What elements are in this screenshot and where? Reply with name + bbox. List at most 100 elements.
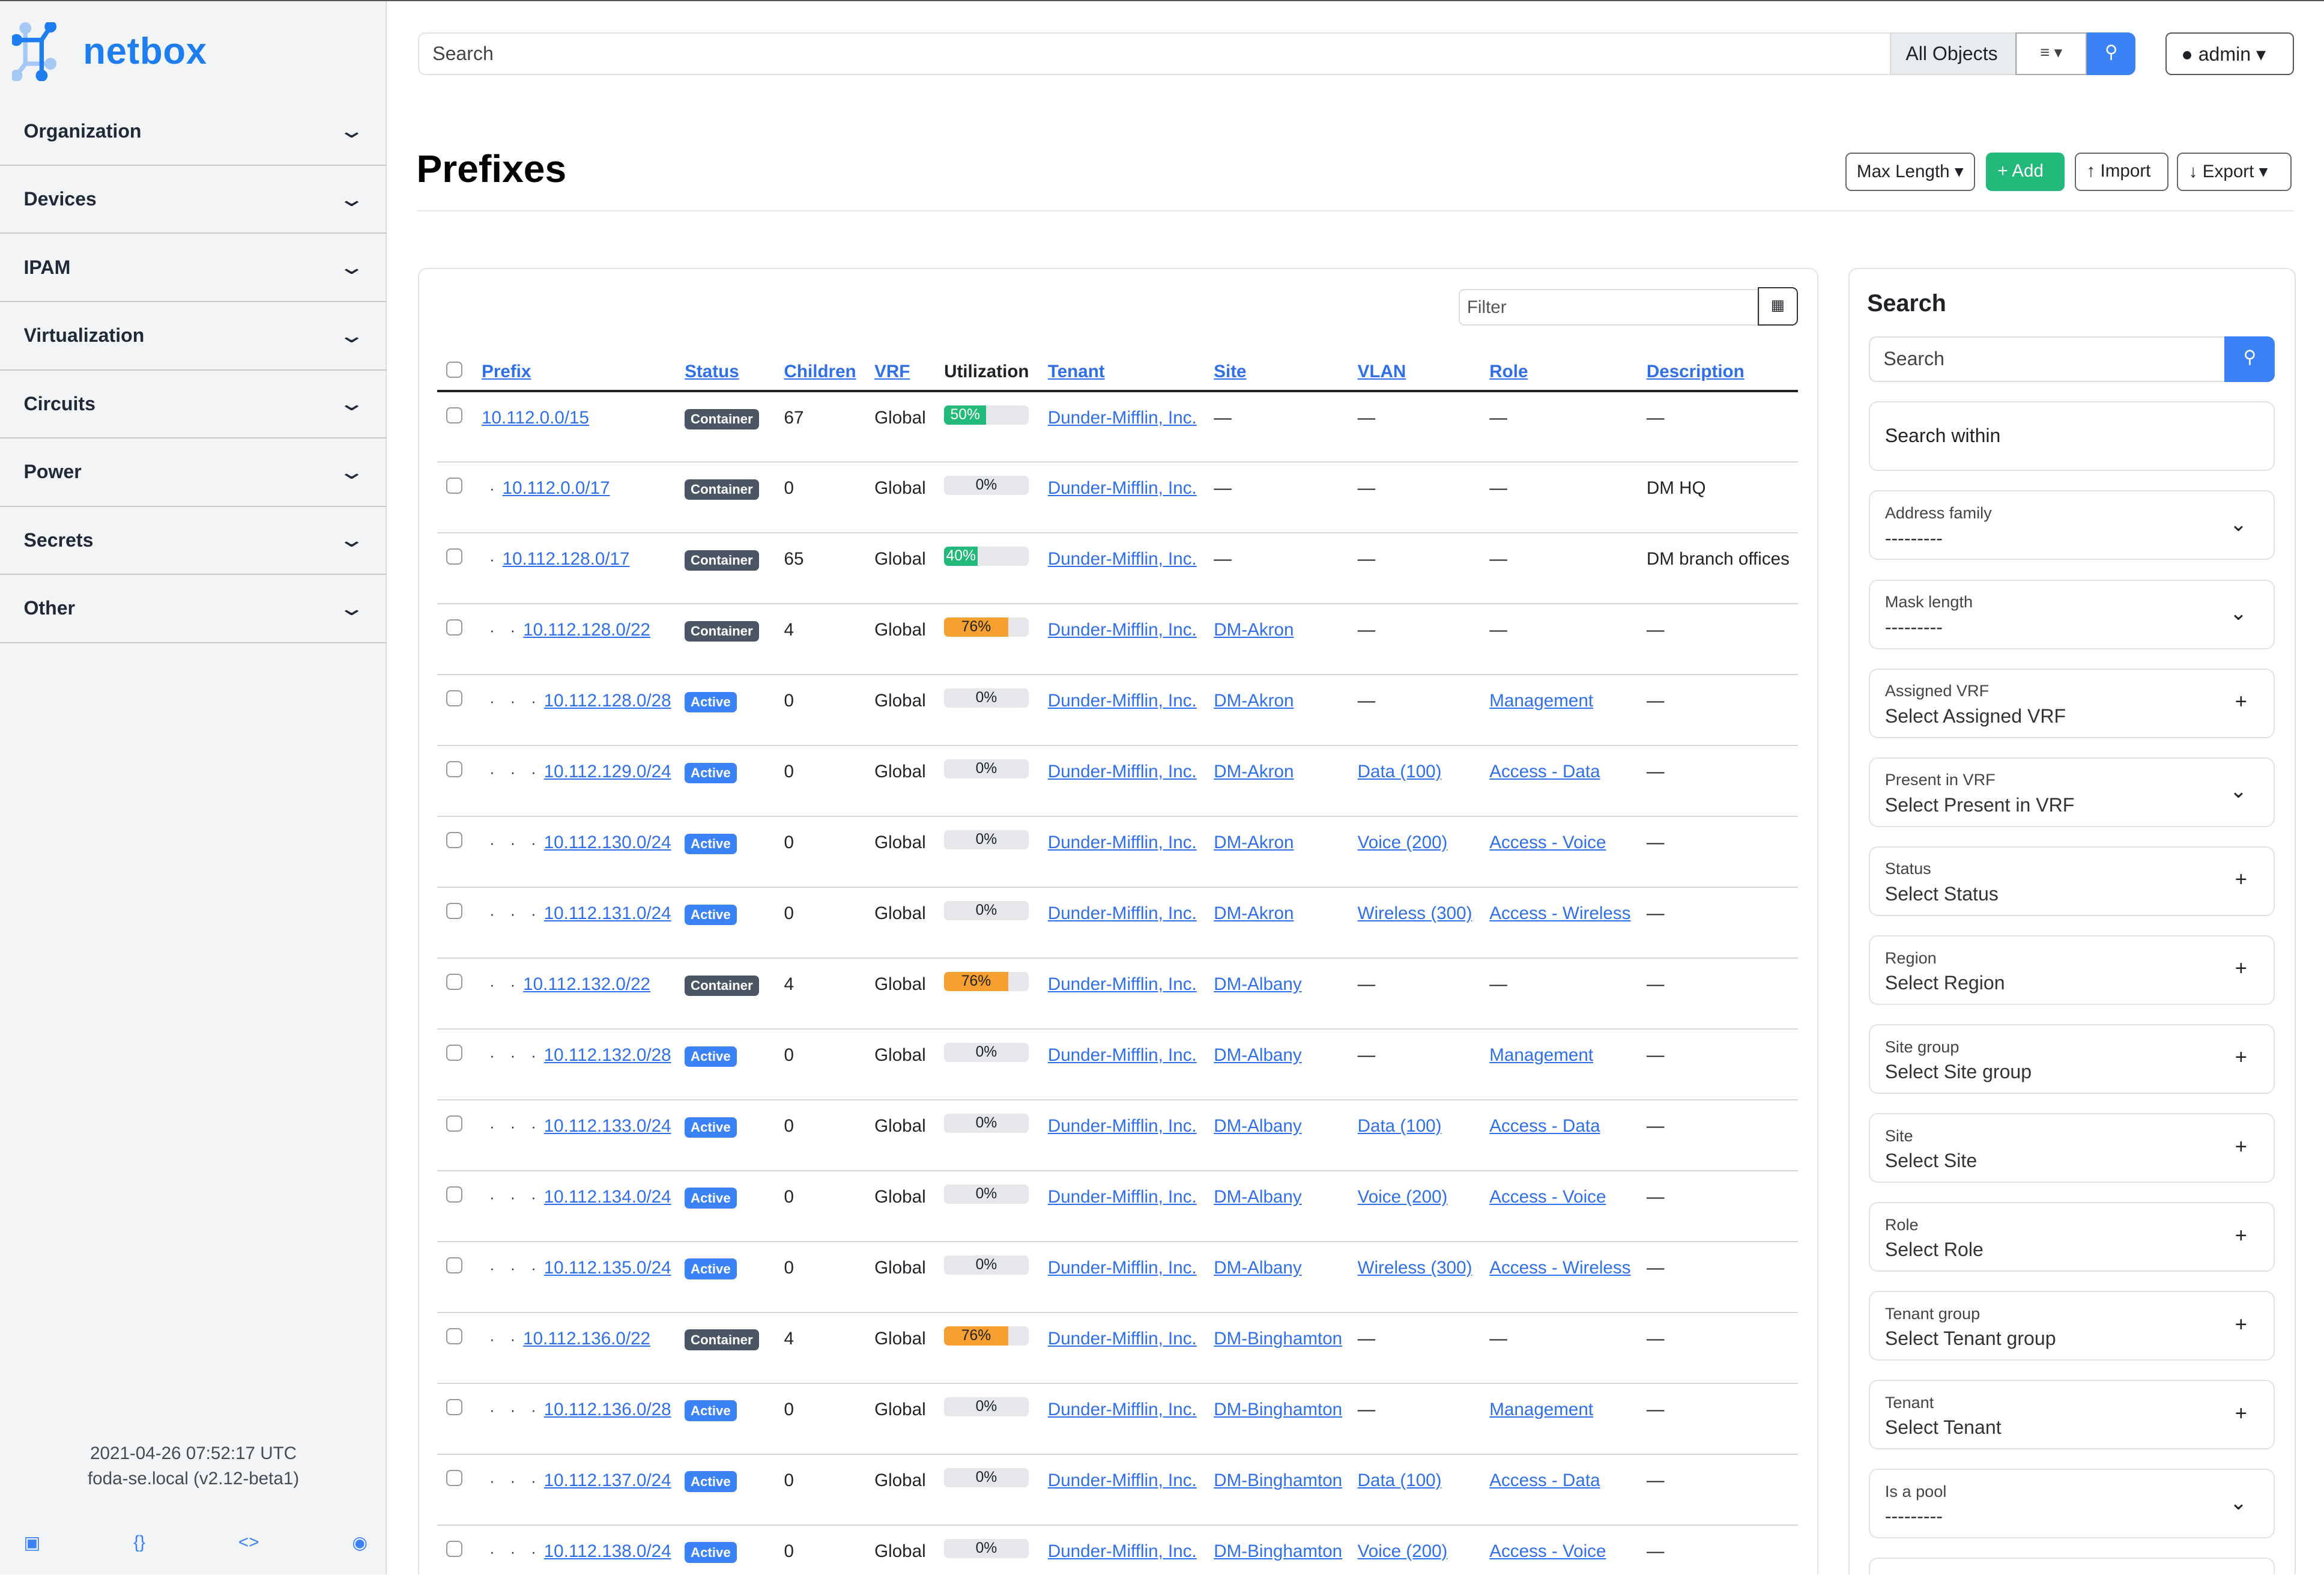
- export-button[interactable]: ↓ Export ▾: [2177, 152, 2292, 191]
- role-link[interactable]: Access - Data: [1489, 1116, 1600, 1136]
- search-filter-button[interactable]: ≡ ▾: [2015, 32, 2087, 76]
- row-checkbox[interactable]: [446, 619, 462, 636]
- vlan-link[interactable]: Voice (200): [1358, 833, 1448, 852]
- tenant-link[interactable]: Dunder-Mifflin, Inc.: [1048, 1470, 1197, 1490]
- tenant-link[interactable]: Dunder-Mifflin, Inc.: [1048, 620, 1197, 640]
- book-icon[interactable]: ▣: [23, 1532, 40, 1553]
- import-button[interactable]: ↑ Import: [2075, 152, 2168, 191]
- site-link[interactable]: DM-Akron: [1214, 691, 1294, 711]
- sidebar-item-secrets[interactable]: Secrets ⌄: [0, 507, 387, 575]
- row-checkbox[interactable]: [446, 1186, 462, 1203]
- tenant-link[interactable]: Dunder-Mifflin, Inc.: [1048, 408, 1197, 428]
- filter-site-group[interactable]: Site group Select Site group +: [1869, 1024, 2275, 1094]
- column-header-vrf[interactable]: VRF: [874, 354, 945, 393]
- sidebar-item-ipam[interactable]: IPAM ⌄: [0, 234, 387, 302]
- filter-is-a-pool[interactable]: Is a pool --------- ⌄: [1869, 1469, 2275, 1539]
- add-button[interactable]: + Add: [1986, 152, 2065, 191]
- prefix-link[interactable]: 10.112.137.0/24: [544, 1470, 671, 1490]
- search-within-field[interactable]: Search within: [1869, 401, 2275, 472]
- vlan-link[interactable]: Data (100): [1358, 1116, 1442, 1136]
- table-filter-input[interactable]: Filter: [1458, 288, 1760, 326]
- filter-role[interactable]: Role Select Role +: [1869, 1202, 2275, 1272]
- tenant-link[interactable]: Dunder-Mifflin, Inc.: [1048, 478, 1197, 498]
- vlan-link[interactable]: Voice (200): [1358, 1187, 1448, 1207]
- column-header-role[interactable]: Role: [1489, 354, 1647, 393]
- braces-icon[interactable]: {}: [133, 1532, 145, 1553]
- prefix-link[interactable]: 10.112.128.0/28: [544, 691, 671, 711]
- row-checkbox[interactable]: [446, 548, 462, 565]
- column-header-status[interactable]: Status: [685, 354, 784, 393]
- prefix-link[interactable]: 10.112.132.0/22: [523, 974, 650, 994]
- global-search-input[interactable]: Search: [417, 32, 1892, 76]
- column-header-description[interactable]: Description: [1646, 354, 1798, 393]
- tenant-link[interactable]: Dunder-Mifflin, Inc.: [1048, 1400, 1197, 1419]
- prefix-link[interactable]: 10.112.132.0/28: [544, 1045, 671, 1065]
- sidebar-item-devices[interactable]: Devices ⌄: [0, 166, 387, 234]
- vlan-link[interactable]: Wireless (300): [1358, 1258, 1472, 1278]
- filter-site[interactable]: Site Select Site +: [1869, 1113, 2275, 1183]
- column-header-prefix[interactable]: Prefix: [482, 354, 685, 393]
- row-checkbox[interactable]: [446, 831, 462, 849]
- role-link[interactable]: Management: [1489, 1045, 1593, 1065]
- row-checkbox[interactable]: [446, 1257, 462, 1273]
- search-scope-select[interactable]: All Objects: [1889, 32, 2017, 76]
- tenant-link[interactable]: Dunder-Mifflin, Inc.: [1048, 833, 1197, 852]
- tenant-link[interactable]: Dunder-Mifflin, Inc.: [1048, 903, 1197, 923]
- panel-search-button[interactable]: ⚲: [2224, 336, 2275, 383]
- site-link[interactable]: DM-Akron: [1214, 903, 1294, 923]
- prefix-link[interactable]: 10.112.0.0/17: [503, 478, 610, 498]
- role-link[interactable]: Access - Data: [1489, 1470, 1600, 1490]
- site-link[interactable]: DM-Albany: [1214, 1258, 1301, 1278]
- filter-mask-length[interactable]: Mask length --------- ⌄: [1869, 579, 2275, 649]
- vlan-link[interactable]: Data (100): [1358, 762, 1442, 781]
- role-link[interactable]: Access - Voice: [1489, 1187, 1606, 1207]
- tenant-link[interactable]: Dunder-Mifflin, Inc.: [1048, 1045, 1197, 1065]
- site-link[interactable]: DM-Akron: [1214, 833, 1294, 852]
- site-link[interactable]: DM-Akron: [1214, 762, 1294, 781]
- prefix-link[interactable]: 10.112.136.0/22: [523, 1329, 650, 1349]
- site-link[interactable]: DM-Binghamton: [1214, 1329, 1342, 1349]
- site-link[interactable]: DM-Albany: [1214, 1187, 1301, 1207]
- vlan-link[interactable]: Voice (200): [1358, 1541, 1448, 1561]
- netbox-logo[interactable]: netbox: [11, 22, 207, 82]
- row-checkbox[interactable]: [446, 407, 462, 424]
- tenant-link[interactable]: Dunder-Mifflin, Inc.: [1048, 691, 1197, 711]
- prefix-link[interactable]: 10.112.133.0/24: [544, 1116, 671, 1136]
- filter-tenant-group[interactable]: Tenant group Select Tenant group +: [1869, 1291, 2275, 1361]
- row-checkbox[interactable]: [446, 973, 462, 991]
- search-button[interactable]: ⚲: [2086, 32, 2136, 76]
- prefix-link[interactable]: 10.112.138.0/24: [544, 1541, 671, 1561]
- site-link[interactable]: DM-Albany: [1214, 974, 1301, 994]
- role-link[interactable]: Management: [1489, 691, 1593, 711]
- filter-tags[interactable]: Tags: [1869, 1558, 2275, 1575]
- column-header-site[interactable]: Site: [1214, 354, 1358, 393]
- row-checkbox[interactable]: [446, 760, 462, 778]
- site-link[interactable]: DM-Binghamton: [1214, 1470, 1342, 1490]
- role-link[interactable]: Access - Data: [1489, 762, 1600, 781]
- row-checkbox[interactable]: [446, 690, 462, 707]
- filter-region[interactable]: Region Select Region +: [1869, 935, 2275, 1005]
- tenant-link[interactable]: Dunder-Mifflin, Inc.: [1048, 1541, 1197, 1561]
- column-header-vlan[interactable]: VLAN: [1357, 354, 1490, 393]
- row-checkbox[interactable]: [446, 1115, 462, 1132]
- prefix-link[interactable]: 10.112.135.0/24: [544, 1258, 671, 1278]
- row-checkbox[interactable]: [446, 478, 462, 494]
- prefix-link[interactable]: 10.112.131.0/24: [544, 903, 671, 923]
- tenant-link[interactable]: Dunder-Mifflin, Inc.: [1048, 974, 1197, 994]
- row-checkbox[interactable]: [446, 1540, 462, 1557]
- role-link[interactable]: Access - Voice: [1489, 833, 1606, 852]
- column-header-children[interactable]: Children: [784, 354, 875, 393]
- role-link[interactable]: Access - Voice: [1489, 1541, 1606, 1561]
- filter-present-in-vrf[interactable]: Present in VRF Select Present in VRF ⌄: [1869, 757, 2275, 827]
- prefix-link[interactable]: 10.112.128.0/17: [503, 549, 630, 569]
- sidebar-item-power[interactable]: Power ⌄: [0, 439, 387, 507]
- table-config-button[interactable]: ▦: [1758, 287, 1798, 326]
- tenant-link[interactable]: Dunder-Mifflin, Inc.: [1048, 1187, 1197, 1207]
- prefix-link[interactable]: 10.112.129.0/24: [544, 762, 671, 781]
- tenant-link[interactable]: Dunder-Mifflin, Inc.: [1048, 762, 1197, 781]
- filter-tenant[interactable]: Tenant Select Tenant +: [1869, 1380, 2275, 1450]
- filter-address-family[interactable]: Address family --------- ⌄: [1869, 490, 2275, 560]
- tenant-link[interactable]: Dunder-Mifflin, Inc.: [1048, 549, 1197, 569]
- prefix-link[interactable]: 10.112.136.0/28: [544, 1400, 671, 1419]
- row-checkbox[interactable]: [446, 902, 462, 920]
